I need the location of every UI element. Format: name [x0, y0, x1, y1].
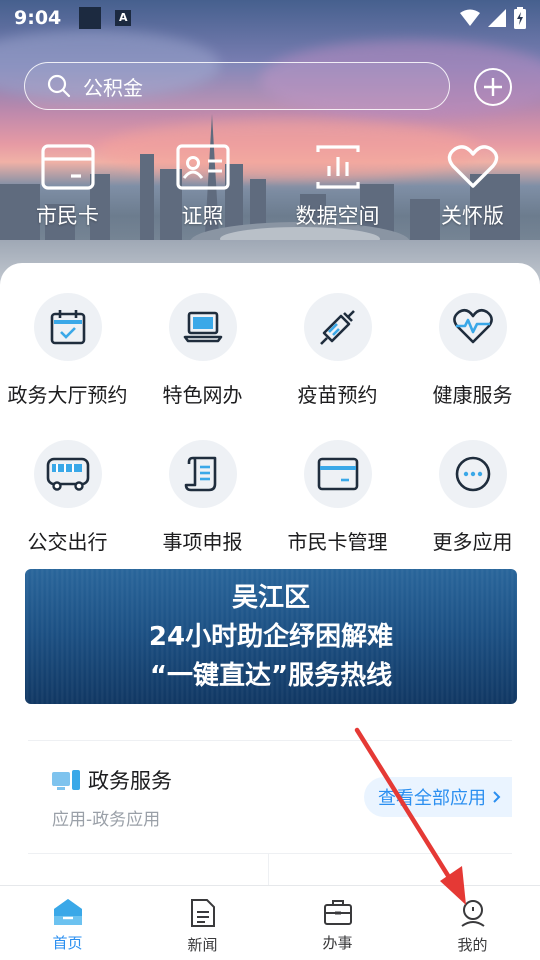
- card-icon: [317, 457, 358, 491]
- services-sheet: 政务大厅预约 特色网办 疫苗预约 健康服务 公交出行 事项申报 市民卡管理 更多…: [0, 263, 540, 885]
- tab-label: 首页: [52, 934, 83, 952]
- icon-circle: [168, 293, 237, 361]
- service-hall-appointment[interactable]: 政务大厅预约: [0, 293, 135, 440]
- search-placeholder: 公积金: [83, 75, 143, 100]
- quick-action-citizen-card[interactable]: 市民卡: [0, 144, 135, 230]
- service-label: 特色网办: [162, 383, 243, 407]
- tab-label: 我的: [457, 936, 488, 954]
- view-all-apps-button[interactable]: 查看全部应用: [364, 777, 512, 817]
- bus-icon: [46, 457, 89, 491]
- service-bus-travel[interactable]: 公交出行: [0, 440, 135, 587]
- quick-action-care-mode[interactable]: 关怀版: [405, 144, 540, 230]
- service-application[interactable]: 事项申报: [135, 440, 270, 587]
- status-bar: 9:04 A: [0, 0, 540, 36]
- service-label: 政务大厅预约: [7, 383, 128, 407]
- card-icon: [40, 144, 95, 190]
- tab-home[interactable]: 首页: [0, 886, 135, 960]
- gov-service-title: 政务服务: [52, 765, 172, 795]
- battery-icon: [514, 7, 526, 29]
- home-icon: [53, 899, 82, 925]
- banner-line-2: 24小时助企纾困解难: [148, 621, 394, 652]
- status-time: 9:04: [14, 7, 62, 29]
- bottom-nav: 首页 新闻 办事 我的: [0, 885, 540, 960]
- search-input[interactable]: 公积金: [24, 62, 450, 110]
- signal-icon: [488, 9, 506, 27]
- service-vaccine-appointment[interactable]: 疫苗预约: [270, 293, 405, 440]
- quick-action-data-space[interactable]: 数据空间: [270, 144, 405, 230]
- quick-action-label: 市民卡: [36, 204, 99, 228]
- service-label: 公交出行: [27, 530, 108, 554]
- divider: [268, 853, 269, 885]
- scroll-icon: [184, 456, 216, 492]
- heart-pulse-icon: [452, 308, 493, 344]
- app-a-icon: A: [115, 10, 132, 26]
- gov-service-card: 政务服务 应用-政务应用 查看全部应用: [28, 740, 512, 885]
- banner-line-3: “一键直达”服务热线: [149, 660, 393, 691]
- tab-me[interactable]: 我的: [405, 886, 540, 960]
- service-card-management[interactable]: 市民卡管理: [270, 440, 405, 587]
- quick-action-label: 数据空间: [295, 204, 380, 228]
- icon-circle: [168, 440, 237, 508]
- service-label: 更多应用: [432, 530, 513, 554]
- plus-icon: [484, 78, 502, 96]
- calendar-check-icon: [50, 310, 85, 345]
- service-label: 市民卡管理: [287, 530, 388, 554]
- briefcase-icon: [323, 900, 352, 925]
- service-health[interactable]: 健康服务: [405, 293, 540, 440]
- service-more-apps[interactable]: 更多应用: [405, 440, 540, 587]
- quick-actions: 市民卡 证照 数据空间 关怀版: [0, 144, 540, 230]
- icon-circle: [303, 293, 372, 361]
- gov-service-subtitle: 应用-政务应用: [52, 810, 161, 830]
- banner-line-1: 吴江区: [231, 582, 310, 613]
- icon-circle: [33, 440, 102, 508]
- heart-icon: [447, 145, 498, 188]
- view-all-label: 查看全部应用: [378, 788, 486, 809]
- service-label: 事项申报: [162, 530, 243, 554]
- icon-circle: [33, 293, 102, 361]
- service-online-handling[interactable]: 特色网办: [135, 293, 270, 440]
- icon-circle: [438, 293, 507, 361]
- icon-circle: [438, 440, 507, 508]
- service-grid: 政务大厅预约 特色网办 疫苗预约 健康服务 公交出行 事项申报 市民卡管理 更多…: [0, 263, 540, 587]
- tab-services[interactable]: 办事: [270, 886, 405, 960]
- news-icon: [190, 899, 215, 927]
- tab-label: 新闻: [187, 936, 218, 954]
- syringe-icon: [319, 310, 355, 345]
- user-icon: [460, 900, 485, 927]
- wifi-icon: [460, 9, 480, 26]
- add-button[interactable]: [474, 68, 512, 106]
- quick-action-label: 证照: [181, 204, 224, 228]
- id-card-icon: [175, 144, 230, 190]
- gov-service-title-text: 政务服务: [88, 769, 172, 793]
- quick-action-label: 关怀版: [441, 204, 504, 228]
- tab-label: 办事: [322, 934, 353, 952]
- quick-action-licenses[interactable]: 证照: [135, 144, 270, 230]
- service-label: 疫苗预约: [297, 383, 378, 407]
- icon-circle: [303, 440, 372, 508]
- more-icon: [455, 456, 490, 492]
- chart-icon: [315, 145, 360, 189]
- notification-square-icon: [79, 7, 102, 29]
- chevron-right-icon: [493, 791, 501, 803]
- computer-icon: [52, 770, 80, 790]
- divider: [28, 853, 512, 854]
- promo-banner[interactable]: 吴江区 24小时助企纾困解难 “一键直达”服务热线: [25, 569, 517, 704]
- service-label: 健康服务: [432, 383, 513, 407]
- tab-news[interactable]: 新闻: [135, 886, 270, 960]
- search-icon: [47, 74, 71, 98]
- laptop-icon: [183, 311, 222, 343]
